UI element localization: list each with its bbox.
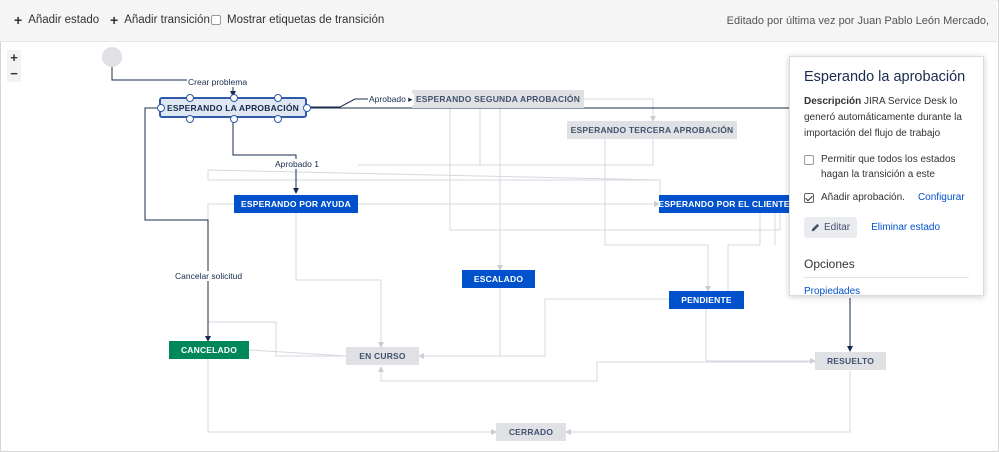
last-edited-text: Editado por última vez por Juan Pablo Le… [726, 15, 989, 27]
connection-handle[interactable] [303, 104, 311, 112]
edit-label: Editar [824, 222, 851, 233]
properties-link[interactable]: Propiedades [804, 286, 860, 297]
state-esperando-tercera-aprobacion[interactable]: ESPERANDO TERCERA APROBACIÓN [567, 121, 737, 139]
add-approval-option[interactable]: Añadir aprobación. Configurar [804, 190, 969, 205]
configure-link[interactable]: Configurar [918, 190, 965, 205]
state-esperando-por-ayuda[interactable]: ESPERANDO POR AYUDA [234, 195, 358, 213]
add-transition-label: Añadir transición [124, 14, 210, 26]
checkbox-icon [211, 15, 221, 25]
plus-icon: + [110, 11, 119, 28]
transition-label-cancelar-solicitud[interactable]: Cancelar solicitud [174, 271, 244, 281]
transition-label-aprobado-1[interactable]: Aprobado 1 [274, 159, 320, 169]
state-escalado[interactable]: ESCALADO [462, 270, 535, 288]
edit-button[interactable]: Editar [804, 217, 858, 238]
state-cerrado[interactable]: CERRADO [496, 423, 566, 441]
state-esperando-por-el-cliente[interactable]: ESPERANDO POR EL CLIENTE [658, 195, 789, 213]
panel-title: Esperando la aprobación [804, 69, 966, 85]
allow-all-transitions-option[interactable]: Permitir que todos los estados hagan la … [804, 152, 969, 182]
checked-checkbox-icon[interactable] [804, 193, 814, 203]
checkbox-icon[interactable] [804, 155, 814, 165]
connection-handle[interactable] [186, 94, 194, 102]
add-transition-button[interactable]: + Añadir transición [110, 11, 210, 28]
options-heading: Opciones [804, 257, 969, 278]
toolbar: + Añadir estado + Añadir transición Most… [0, 0, 997, 42]
state-esperando-segunda-aprobacion[interactable]: ESPERANDO SEGUNDA APROBACIÓN [412, 90, 584, 108]
show-transition-labels-checkbox[interactable]: Mostrar etiquetas de transición [211, 14, 384, 26]
connection-handle[interactable] [186, 115, 194, 123]
connection-handle[interactable] [230, 115, 238, 123]
state-resuelto[interactable]: RESUELTO [815, 352, 886, 370]
pencil-icon [811, 223, 820, 232]
transition-label-crear-problema[interactable]: Crear problema [187, 77, 249, 87]
state-pendiente[interactable]: PENDIENTE [669, 291, 744, 309]
state-en-curso[interactable]: EN CURSO [346, 347, 419, 365]
add-state-label: Añadir estado [28, 14, 100, 26]
allow-all-transitions-label: Permitir que todos los estados hagan la … [821, 154, 956, 180]
plus-icon: + [14, 11, 23, 28]
start-node[interactable] [102, 47, 122, 67]
connection-handle[interactable] [274, 115, 282, 123]
add-state-button[interactable]: + Añadir estado [14, 11, 100, 28]
show-labels-text: Mostrar etiquetas de transición [227, 14, 385, 26]
panel-description: Descripción JIRA Service Desk lo generó … [804, 94, 969, 142]
add-approval-label: Añadir aprobación. [821, 192, 905, 203]
transition-label-aprobado[interactable]: Aprobado ▸ [368, 94, 414, 105]
delete-state-link[interactable]: Eliminar estado [871, 222, 940, 233]
description-label: Descripción [804, 96, 862, 107]
connection-handle[interactable] [274, 94, 282, 102]
state-properties-panel: Esperando la aprobación Descripción JIRA… [789, 56, 984, 297]
state-cancelado[interactable]: CANCELADO [169, 341, 249, 359]
connection-handle[interactable] [230, 94, 238, 102]
connection-handle[interactable] [157, 104, 165, 112]
